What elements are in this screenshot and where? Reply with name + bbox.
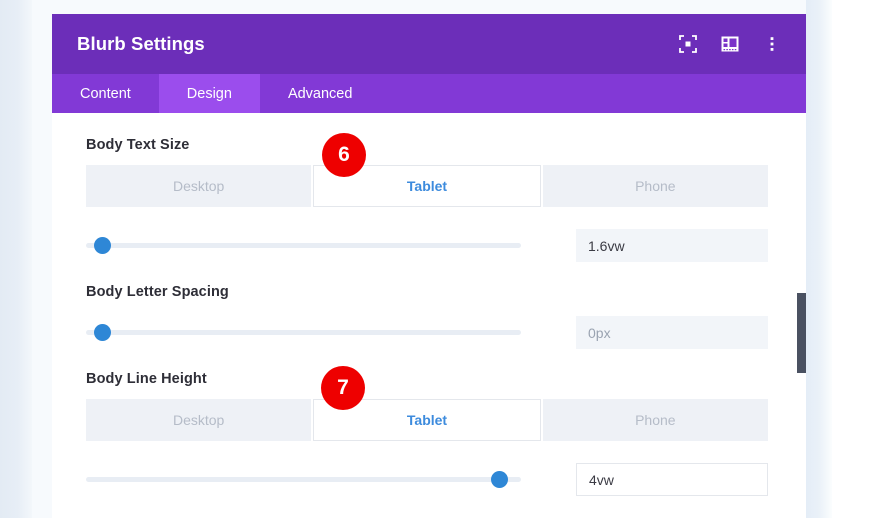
body-text-size-slider-row: 1.6vw [86,229,768,262]
body-text-size-label: Body Text Size [86,137,768,153]
modal-header: Blurb Settings [52,14,806,74]
body-line-height-value[interactable]: 4vw [576,463,768,496]
page-background-far-right [832,0,880,518]
tab-design[interactable]: Design [159,74,260,113]
callout-badge-6: 6 [322,133,366,177]
blurb-settings-modal: Blurb Settings [52,14,806,518]
body-text-size-value[interactable]: 1.6vw [576,229,768,262]
body-text-size-slider[interactable] [86,236,521,256]
body-text-size-responsive-group: Desktop Tablet Phone [86,165,768,207]
body-line-height-responsive-group: Desktop Tablet Phone [86,399,768,441]
callout-badge-7: 7 [321,366,365,410]
slider-track [86,330,521,335]
slider-track [86,477,521,482]
body-line-height-label: Body Line Height [86,371,768,387]
vertical-scrollbar-track[interactable] [797,113,806,518]
body-line-height-tab-desktop[interactable]: Desktop [86,399,311,441]
slider-thumb[interactable] [491,471,508,488]
body-letter-spacing-slider-row: 0px [86,316,768,349]
header-actions [676,32,784,56]
modal-tab-bar: Content Design Advanced [52,74,806,113]
body-text-size-tab-desktop[interactable]: Desktop [86,165,311,207]
body-line-height-tab-phone[interactable]: Phone [543,399,768,441]
vertical-scrollbar-thumb[interactable] [797,293,806,373]
body-line-height-slider[interactable] [86,470,521,490]
slider-thumb[interactable] [94,324,111,341]
tab-advanced[interactable]: Advanced [260,74,381,113]
fullscreen-icon[interactable] [676,32,700,56]
layout-icon[interactable] [718,32,742,56]
tab-content[interactable]: Content [52,74,159,113]
slider-track [86,243,521,248]
body-text-size-tab-phone[interactable]: Phone [543,165,768,207]
page-background-right-strip [806,0,832,518]
more-options-icon[interactable] [760,32,784,56]
body-letter-spacing-label: Body Letter Spacing [86,284,768,300]
body-letter-spacing-value[interactable]: 0px [576,316,768,349]
body-letter-spacing-slider[interactable] [86,323,521,343]
modal-body: Body Text Size Desktop Tablet Phone 1.6v… [52,113,806,518]
slider-thumb[interactable] [94,237,111,254]
body-line-height-slider-row: 4vw [86,463,768,496]
page-title: Blurb Settings [77,33,676,55]
page-background-left [0,0,32,518]
